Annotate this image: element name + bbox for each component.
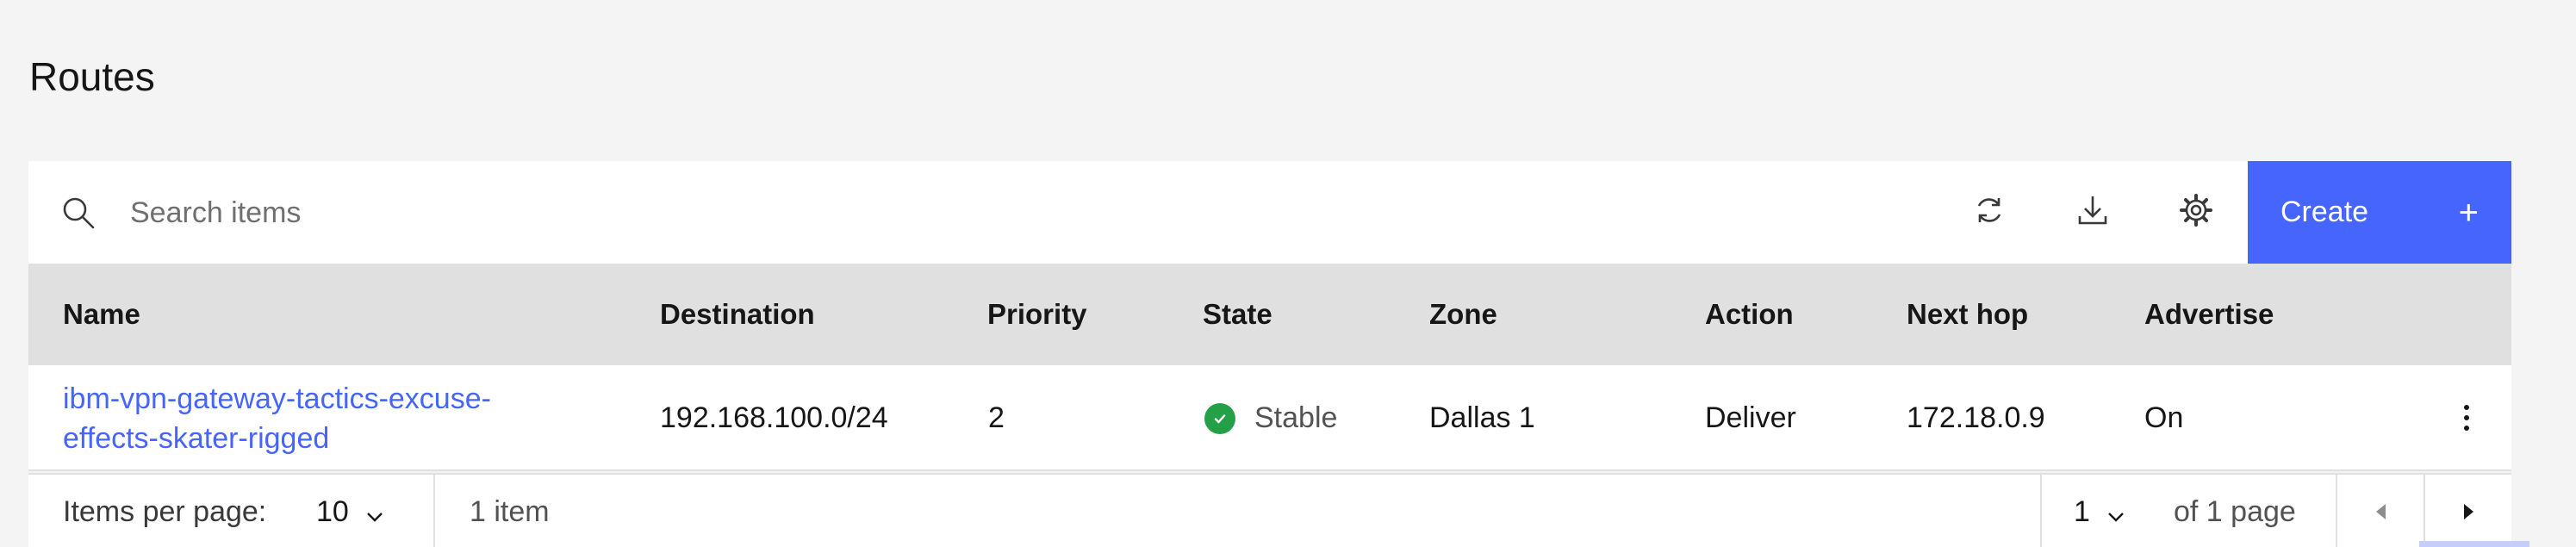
page-select[interactable]: 1 [2074,475,2126,547]
column-header-state[interactable]: State [1203,264,1272,365]
divider [433,475,435,547]
items-per-page-label: Items per page: [63,494,267,528]
checkmark-icon [1204,402,1235,434]
chevron-down-icon [2106,501,2126,522]
overflow-menu-button[interactable] [2449,396,2484,439]
routes-table: Create + Name Destination Priority State… [28,161,2511,547]
refresh-icon [1972,193,2007,232]
create-button[interactable]: Create + [2248,161,2511,264]
plus-icon: + [2458,193,2479,232]
cell-destination: 192.168.100.0/24 [660,401,888,434]
items-per-page-select[interactable]: 10 [316,475,385,547]
column-header-priority[interactable]: Priority [987,264,1087,365]
column-header-destination[interactable]: Destination [660,264,815,365]
refresh-button[interactable] [1938,161,2041,264]
column-header-next-hop[interactable]: Next hop [1907,264,2028,365]
cell-state: Stable [1204,365,1337,471]
table-header: Name Destination Priority State Zone Act… [28,264,2511,365]
items-per-page-value: 10 [316,494,349,528]
cell-zone: Dallas 1 [1429,401,1535,434]
table-toolbar: Create + [28,161,2511,264]
cell-priority: 2 [988,401,1005,434]
column-header-zone[interactable]: Zone [1429,264,1497,365]
settings-icon [2179,193,2213,232]
download-icon [2075,193,2110,232]
chevron-down-icon [364,501,385,522]
download-button[interactable] [2041,161,2144,264]
divider [2040,475,2042,547]
current-page-value: 1 [2074,494,2090,528]
caret-left-icon [2375,504,2386,519]
column-header-name[interactable]: Name [63,264,140,365]
column-header-action[interactable]: Action [1705,264,1794,365]
caret-right-icon [2463,504,2473,519]
cell-action: Deliver [1705,401,1796,434]
focus-indicator [2419,541,2529,547]
pagination: Items per page: 10 1 item 1 of 1 page [28,473,2511,547]
page-title: Routes [29,54,155,99]
table-row: ibm-vpn-gateway-tactics-excuse-effects-s… [28,365,2511,471]
overflow-menu-icon [2464,405,2469,410]
cell-next-hop: 172.18.0.9 [1907,401,2045,434]
state-label: Stable [1254,401,1338,434]
search-icon [61,196,96,230]
create-button-label: Create [2280,196,2369,228]
search-input[interactable] [130,182,1810,244]
route-name-link[interactable]: ibm-vpn-gateway-tactics-excuse-effects-s… [63,379,545,458]
settings-button[interactable] [2144,161,2248,264]
previous-page-button[interactable] [2337,475,2424,547]
item-count: 1 item [470,494,550,528]
total-pages-label: of 1 page [2174,494,2296,528]
column-header-advertise[interactable]: Advertise [2144,264,2274,365]
cell-advertise: On [2144,401,2184,434]
next-page-button[interactable] [2425,475,2511,547]
